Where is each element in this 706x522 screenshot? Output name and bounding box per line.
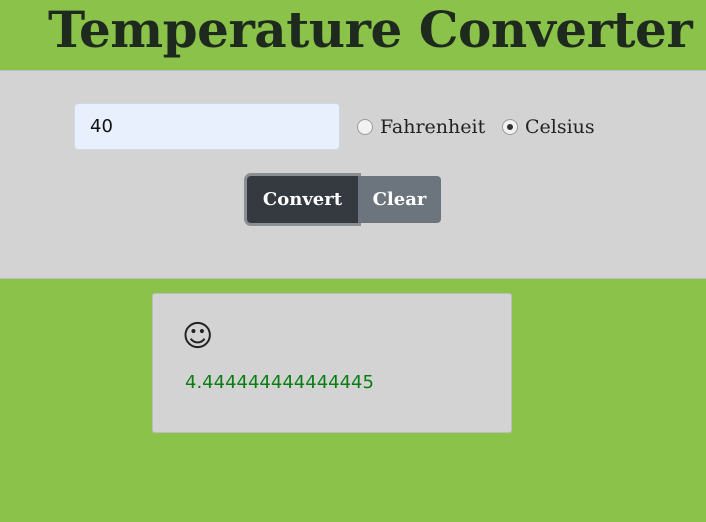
- fahrenheit-label: Fahrenheit: [380, 116, 486, 138]
- page-title: Temperature Converter: [48, 0, 693, 59]
- celsius-radio[interactable]: [502, 119, 518, 135]
- fahrenheit-option[interactable]: Fahrenheit: [357, 113, 485, 141]
- temperature-input[interactable]: [74, 103, 340, 150]
- fahrenheit-radio[interactable]: [357, 119, 373, 135]
- converter-form-panel: Fahrenheit Celsius Convert Clear: [0, 70, 706, 279]
- celsius-label: Celsius: [525, 116, 595, 138]
- celsius-option[interactable]: Celsius: [502, 113, 595, 141]
- convert-button[interactable]: Convert: [247, 176, 358, 223]
- smiley-face-icon: ☺: [182, 319, 214, 354]
- result-card: ☺ 4.444444444444445: [152, 293, 512, 433]
- result-value: 4.444444444444445: [185, 372, 374, 393]
- header: Temperature Converter: [0, 0, 706, 70]
- clear-button[interactable]: Clear: [358, 176, 441, 223]
